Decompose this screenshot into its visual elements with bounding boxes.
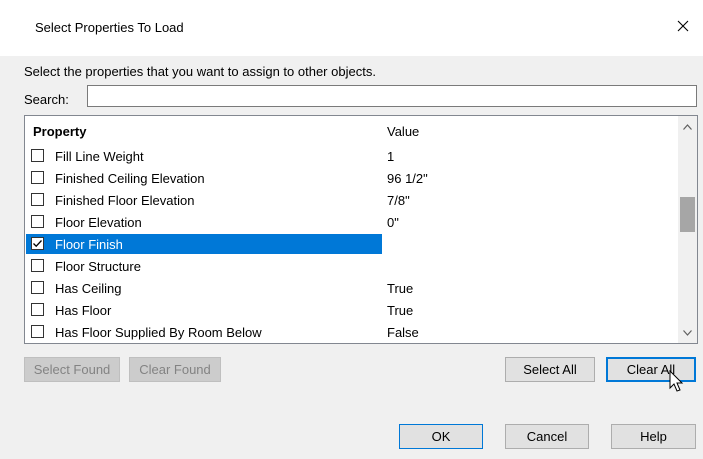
properties-grid: Property Value Fill Line Weight 1 Finished…: [24, 115, 698, 344]
property-value-cell: True: [387, 303, 414, 318]
property-value-cell: 96 1/2": [387, 171, 428, 186]
table-row[interactable]: Fill Line Weight 1: [25, 146, 679, 168]
property-name-cell: Fill Line Weight: [55, 149, 144, 164]
table-row[interactable]: Floor Finish: [25, 234, 679, 256]
property-name-cell: Has Ceiling: [55, 281, 122, 296]
row-checkbox[interactable]: [31, 237, 44, 250]
grid-header: Property Value: [25, 116, 679, 145]
property-name-cell: Finished Ceiling Elevation: [55, 171, 205, 186]
row-checkbox[interactable]: [31, 303, 44, 316]
property-value-cell: True: [387, 281, 414, 296]
row-checkbox[interactable]: [31, 281, 44, 294]
table-row[interactable]: Floor Structure: [25, 256, 679, 278]
vertical-scrollbar[interactable]: [678, 116, 697, 343]
row-checkbox[interactable]: [31, 171, 44, 184]
table-row[interactable]: Finished Ceiling Elevation 96 1/2": [25, 168, 679, 190]
close-icon: [677, 20, 689, 32]
close-button[interactable]: [671, 14, 695, 38]
table-row[interactable]: Floor Elevation 0": [25, 212, 679, 234]
property-value-cell: False: [387, 325, 419, 340]
chevron-up-icon: [683, 123, 692, 130]
scrollbar-thumb[interactable]: [680, 197, 695, 232]
property-name-cell: Floor Structure: [55, 259, 141, 274]
select-all-button[interactable]: Select All: [505, 357, 595, 382]
select-properties-dialog: Select Properties To Load Select the pro…: [0, 0, 703, 459]
property-value-cell: 1: [387, 149, 395, 164]
scroll-down-button[interactable]: [678, 324, 697, 341]
scroll-up-button[interactable]: [678, 118, 697, 135]
property-name-cell: Floor Finish: [55, 237, 123, 252]
value-column-header[interactable]: Value: [387, 124, 419, 139]
checkmark-icon: [33, 240, 42, 248]
property-value-cell: 7/8": [387, 193, 410, 208]
row-checkbox[interactable]: [31, 259, 44, 272]
property-name-cell: Has Floor Supplied By Room Below: [55, 325, 262, 340]
chevron-down-icon: [683, 329, 692, 336]
row-checkbox[interactable]: [31, 325, 44, 338]
table-row[interactable]: Has Floor Supplied By Room Below False: [25, 322, 679, 343]
title-bar: Select Properties To Load: [0, 0, 703, 56]
search-label: Search:: [24, 92, 69, 107]
property-name-cell: Has Floor: [55, 303, 112, 318]
property-column-header[interactable]: Property: [33, 124, 86, 139]
row-checkbox[interactable]: [31, 215, 44, 228]
cancel-button[interactable]: Cancel: [505, 424, 589, 449]
table-row[interactable]: Has Floor True: [25, 300, 679, 322]
table-row[interactable]: Finished Floor Elevation 7/8": [25, 190, 679, 212]
select-found-button[interactable]: Select Found: [24, 357, 120, 382]
property-value-cell: 0": [387, 215, 399, 230]
row-checkbox[interactable]: [31, 149, 44, 162]
ok-button[interactable]: OK: [399, 424, 483, 449]
property-name-cell: Floor Elevation: [55, 215, 142, 230]
instructions-text: Select the properties that you want to a…: [24, 64, 376, 79]
help-button[interactable]: Help: [611, 424, 696, 449]
table-row[interactable]: Has Ceiling True: [25, 278, 679, 300]
mouse-pointer-icon: [669, 370, 684, 392]
property-name-cell: Finished Floor Elevation: [55, 193, 195, 208]
search-input[interactable]: [87, 85, 697, 107]
dialog-title: Select Properties To Load: [35, 20, 184, 35]
row-checkbox[interactable]: [31, 193, 44, 206]
clear-found-button[interactable]: Clear Found: [129, 357, 221, 382]
